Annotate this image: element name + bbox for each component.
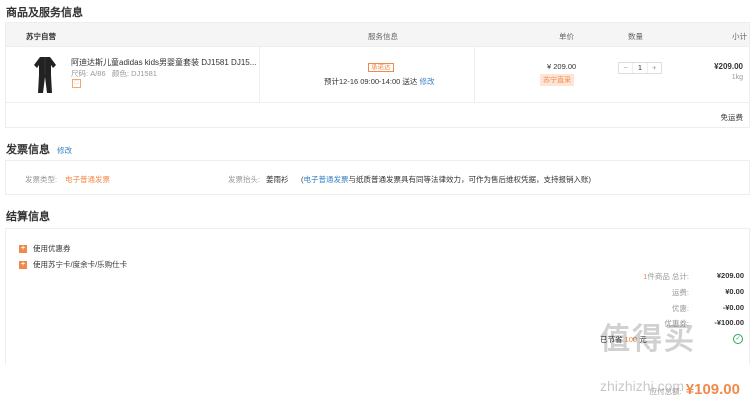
summary-shipping-value: ¥0.00 (725, 287, 744, 296)
size-label: 尺码: (71, 69, 89, 78)
summary-shipping-label: 运费: (671, 288, 689, 297)
product-section-title: 商品及服务信息 (6, 7, 83, 19)
edit-delivery-link[interactable]: 修改 (419, 77, 434, 86)
delivery-time-text: 预计12-16 09:00-14:00 送达 (324, 77, 418, 86)
summary-total-label: 件商品 总计: (647, 272, 689, 281)
color-label: 颜色: (111, 69, 129, 78)
service-tag: 承诺达 (368, 63, 394, 72)
header-price: 单价 (559, 32, 574, 41)
delivery-time: 预计12-16 09:00-14:00 送达 修改 (324, 76, 434, 87)
invoice-section-title: 发票信息 修改 (6, 141, 72, 157)
expand-plus-icon: + (19, 260, 27, 269)
shipping-row: 免运费 (5, 103, 750, 128)
use-coupon-label: 使用优惠券 (33, 244, 71, 253)
size-value: A/86 (90, 69, 106, 78)
qty-plus-button[interactable]: + (648, 63, 661, 73)
edit-invoice-link[interactable]: 修改 (57, 146, 72, 155)
total-label: 应付总额: (649, 387, 682, 396)
invoice-note-text: 与纸质普通发票具有同等法律效力，可作为售后维权凭据，支持报销入账) (348, 175, 592, 184)
settlement-section-title: 结算信息 (6, 211, 50, 223)
free-shipping-text: 免运费 (720, 113, 744, 122)
invoice-type-label: 发票类型: (25, 175, 58, 184)
item-subtotal: ¥209.00 (714, 62, 743, 71)
header-service: 服务信息 (368, 32, 398, 41)
invoice-note: (电子普通发票与纸质普通发票具有同等法律效力，可作为售后维权凭据，支持报销入账) (301, 174, 591, 185)
qty-input[interactable]: 1 (632, 63, 648, 73)
gift-tag-icon: □ (72, 79, 81, 88)
info-icon[interactable]: ✓ (733, 334, 743, 344)
product-name[interactable]: 阿迪达斯儿童adidas kids男婴童套装 DJ1581 DJ15... (71, 57, 256, 68)
item-weight: 1kg (731, 74, 743, 81)
header-qty: 数量 (628, 32, 643, 41)
use-card-option[interactable]: + 使用苏宁卡/度余卡/乐购仕卡 (19, 259, 127, 270)
invoice-box: 发票类型: 电子普通发票 发票抬头: 姜雨衫 (电子普通发票与纸质普通发票具有同… (5, 160, 750, 195)
qty-minus-button[interactable]: − (619, 63, 632, 73)
summary-discount-value: -¥0.00 (722, 303, 744, 312)
product-table-header: 苏宁自营 服务信息 单价 数量 小计 (5, 22, 750, 47)
total-value: ¥109.00 (685, 381, 740, 398)
product-attributes: 尺码: A/86 颜色: DJ1581 (71, 68, 157, 79)
color-value: DJ1581 (131, 69, 157, 78)
header-store: 苏宁自营 (26, 32, 56, 41)
product-thumbnail[interactable] (32, 55, 58, 95)
summary-discount-label: 优惠: (671, 304, 689, 313)
header-subtotal: 小计 (732, 32, 747, 41)
total-row: 应付总额: ¥109.00 (650, 381, 740, 398)
summary-coupon-value: -¥100.00 (714, 318, 744, 327)
invoice-note-link[interactable]: 电子普通发票 (304, 175, 349, 184)
summary-total-row: 1件商品 总计: ¥209.00 (619, 271, 744, 282)
summary-shipping-row: 运费: ¥0.00 (619, 287, 744, 298)
invoice-title-text: 发票信息 (6, 144, 50, 156)
use-coupon-option[interactable]: + 使用优惠券 (19, 243, 71, 254)
summary-total-value: ¥209.00 (716, 271, 744, 280)
expand-plus-icon: + (19, 244, 27, 253)
unit-price: ¥ 209.00 (547, 62, 577, 71)
invoice-type-value: 电子普通发票 (65, 174, 110, 185)
quantity-stepper: − 1 + (618, 62, 662, 74)
product-row: 阿迪达斯儿童adidas kids男婴童套装 DJ1581 DJ15... 尺码… (5, 47, 750, 103)
watermark-logo: 值得买 (600, 323, 696, 356)
use-card-label: 使用苏宁卡/度余卡/乐购仕卡 (33, 260, 128, 269)
invoice-type-text: 电子普通发票 (65, 175, 110, 184)
invoice-header-value: 姜雨衫 (266, 175, 289, 184)
invoice-header-label: 发票抬头: (228, 175, 261, 184)
price-badge: 苏宁直采 (540, 74, 574, 86)
summary-discount-row: 优惠: -¥0.00 (619, 303, 744, 314)
